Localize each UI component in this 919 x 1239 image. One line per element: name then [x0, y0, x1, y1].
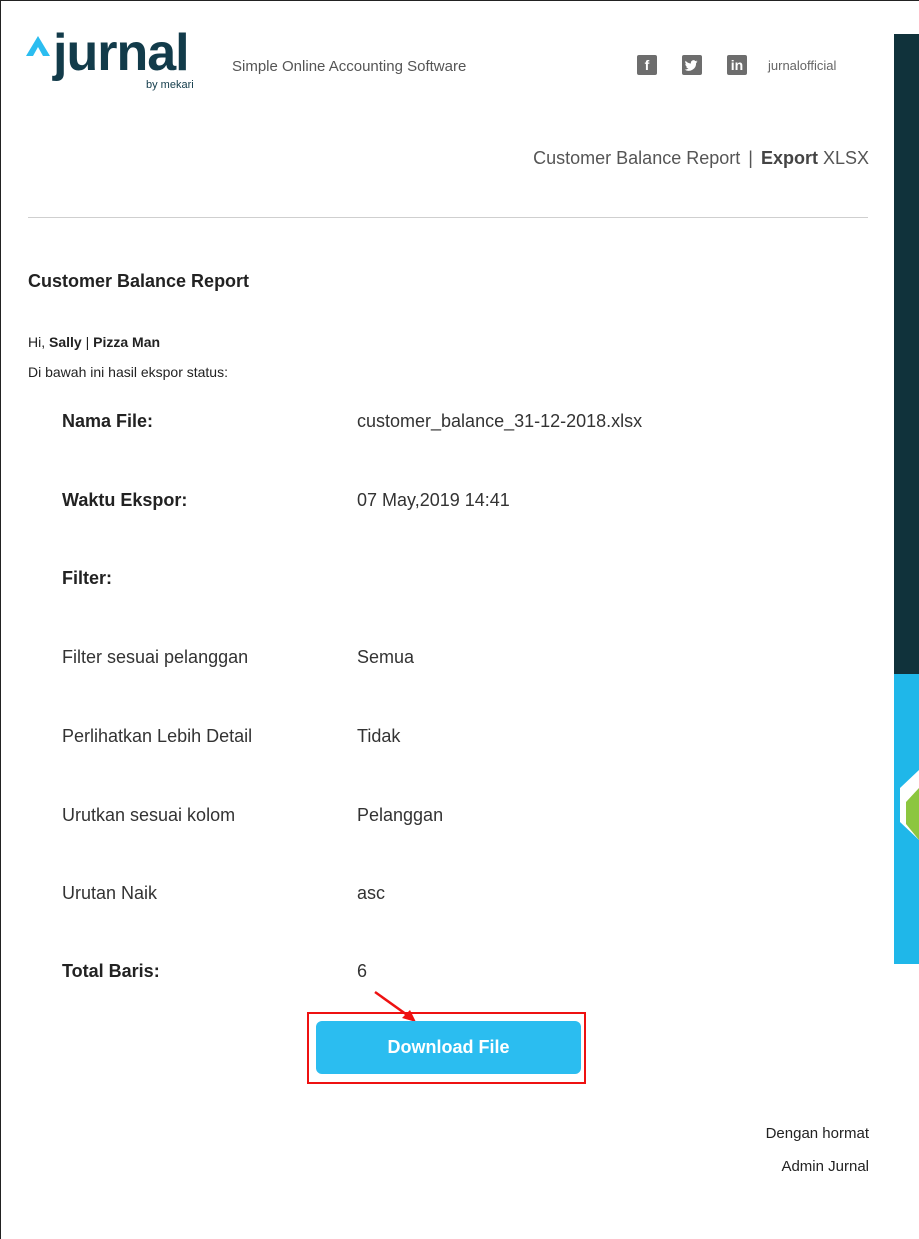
closing-greeting: Dengan hormat: [765, 1125, 869, 1142]
greeting-separator: |: [81, 334, 94, 350]
detail-label-sort-column: Urutkan sesuai kolom: [62, 805, 236, 825]
facebook-icon[interactable]: f: [637, 55, 657, 75]
detail-value-show-detail: Tidak: [357, 726, 401, 746]
detail-label-filter: Filter:: [62, 568, 113, 588]
detail-label-export-time: Waktu Ekspor:: [62, 490, 188, 510]
brand-tagline: Simple Online Accounting Software: [232, 58, 467, 75]
jurnal-logo-icon: [26, 36, 50, 56]
user-name: Sally: [49, 334, 82, 350]
detail-label-total-rows: Total Baris:: [62, 961, 160, 981]
detail-value-export-time: 07 May,2019 14:41: [357, 490, 510, 510]
detail-value-sort-order: asc: [357, 883, 386, 903]
decorative-strip-dark: [894, 34, 919, 674]
report-name: Customer Balance Report: [533, 148, 741, 168]
detail-value-customer-filter: Semua: [357, 647, 415, 667]
linkedin-icon[interactable]: in: [727, 55, 747, 75]
detail-label-customer-filter: Filter sesuai pelanggan: [62, 647, 249, 667]
detail-label-file-name: Nama File:: [62, 411, 154, 431]
greeting-prefix: Hi,: [28, 334, 49, 350]
export-format: XLSX: [822, 148, 869, 168]
decorative-green-chevron: [900, 770, 919, 840]
download-file-button[interactable]: Download File: [316, 1021, 581, 1074]
detail-label-sort-order: Urutan Naik: [62, 883, 158, 903]
company-name: Pizza Man: [93, 334, 161, 350]
brand-sub: by mekari: [146, 79, 194, 91]
header-divider: [28, 217, 868, 218]
closing-signature: Admin Jurnal: [781, 1158, 869, 1175]
page-title: Customer Balance Report: [28, 271, 250, 291]
header-separator: |: [748, 148, 753, 168]
detail-value-total-rows: 6: [357, 961, 368, 981]
twitter-icon[interactable]: [682, 55, 702, 75]
brand-logo: jurnal: [53, 24, 190, 82]
detail-value-sort-column: Pelanggan: [357, 805, 444, 825]
greeting: Hi, Sally | Pizza Man: [28, 334, 160, 350]
social-handle: jurnalofficial: [768, 58, 837, 73]
report-header: Customer Balance Report | Export XLSX: [533, 148, 869, 169]
intro-text: Di bawah ini hasil ekspor status:: [28, 364, 228, 380]
export-label: Export: [760, 148, 818, 168]
detail-label-show-detail: Perlihatkan Lebih Detail: [62, 726, 253, 746]
detail-value-file-name: customer_balance_31-12-2018.xlsx: [357, 411, 643, 431]
